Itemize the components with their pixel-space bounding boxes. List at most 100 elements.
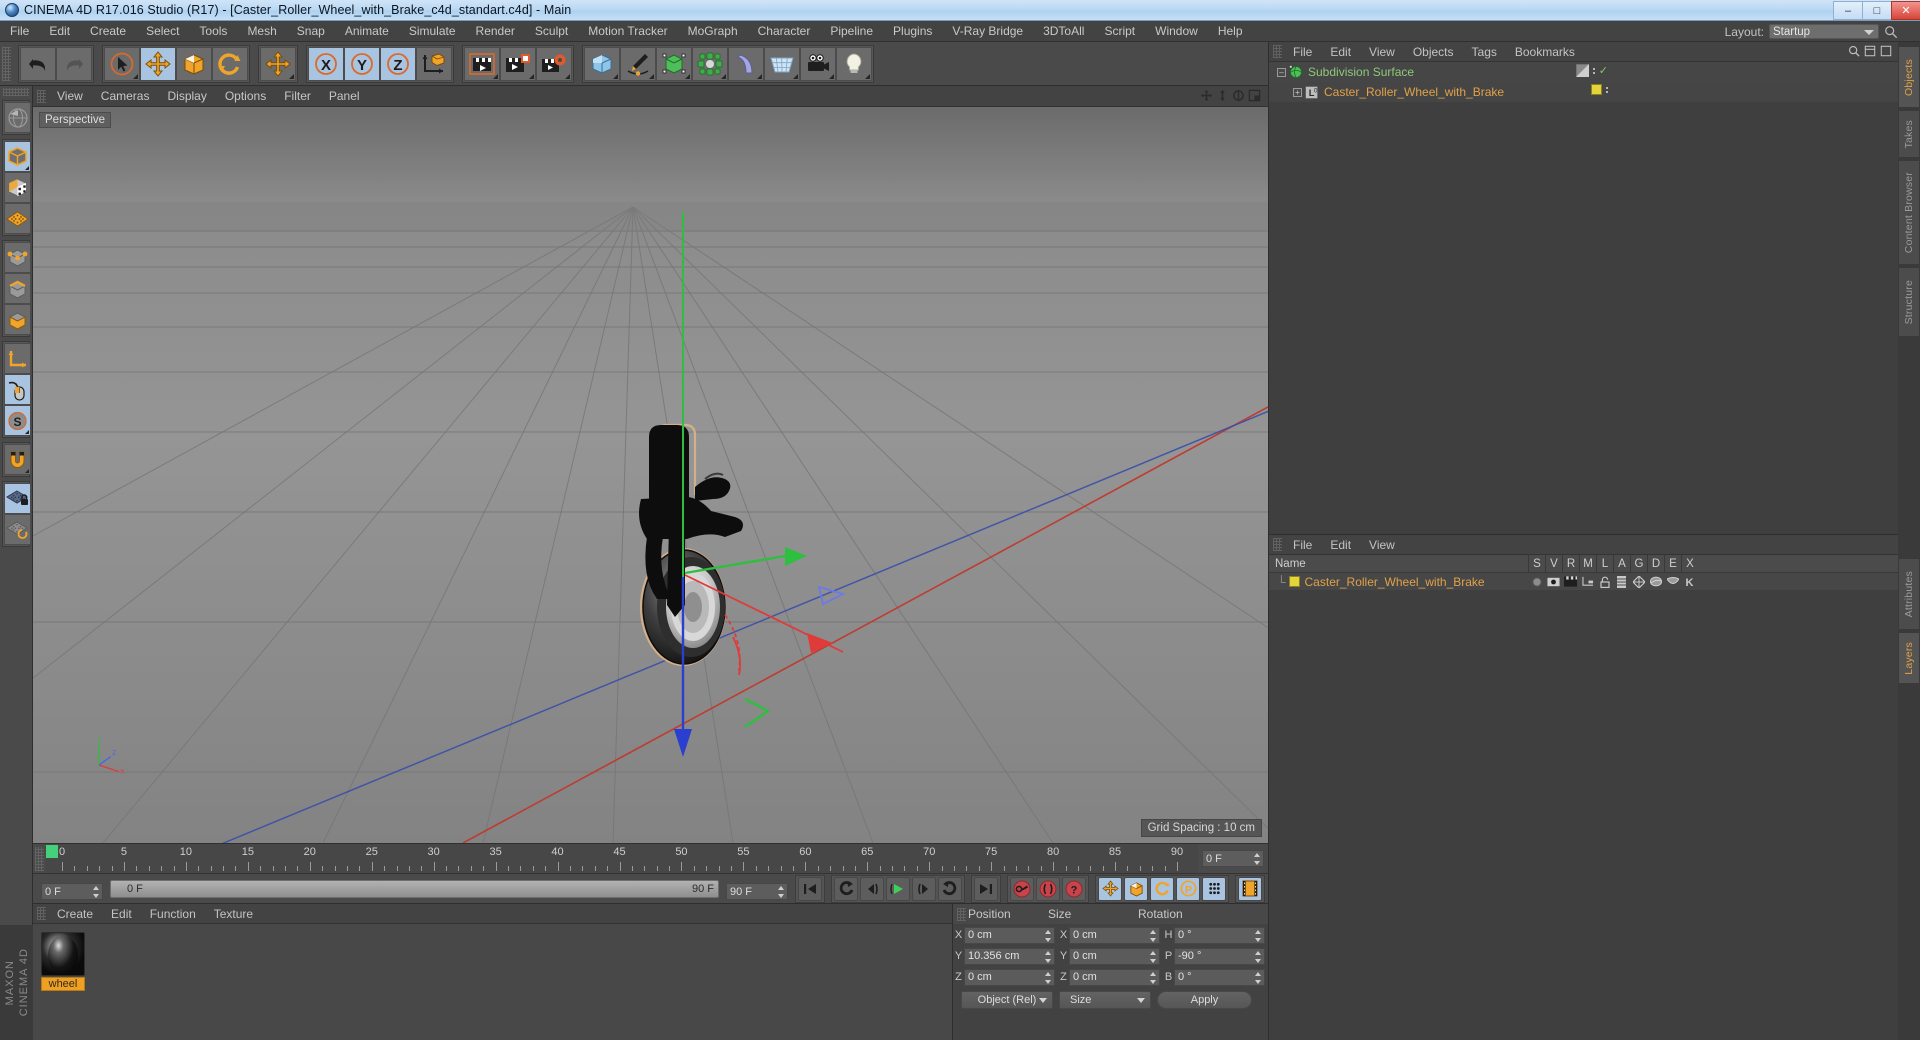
menu-item-sculpt[interactable]: Sculpt xyxy=(525,21,578,42)
material-manager-body[interactable]: wheel xyxy=(33,924,952,1040)
layer-menu-edit[interactable]: Edit xyxy=(1321,535,1360,555)
world-object-coordinate-button[interactable] xyxy=(416,46,452,81)
add-deformer-button[interactable] xyxy=(728,46,764,81)
material-menu-texture[interactable]: Texture xyxy=(205,904,262,924)
lock-x-axis-button[interactable]: X xyxy=(308,46,344,81)
position-key-button[interactable] xyxy=(1098,876,1122,901)
object-menu-objects[interactable]: Objects xyxy=(1404,42,1463,62)
size-mode-dropdown[interactable]: Size xyxy=(1059,991,1151,1009)
menu-item-tools[interactable]: Tools xyxy=(189,21,237,42)
object-menu-edit[interactable]: Edit xyxy=(1321,42,1360,62)
menu-item-motion-tracker[interactable]: Motion Tracker xyxy=(578,21,677,42)
menu-item-help[interactable]: Help xyxy=(1208,21,1253,42)
object-manager-grip[interactable] xyxy=(1273,45,1282,58)
coordinates-grip[interactable] xyxy=(957,907,966,921)
go-to-previous-key-button[interactable] xyxy=(834,876,858,901)
collapse-panel-icon[interactable] xyxy=(1864,45,1876,57)
spinner-arrows-icon[interactable] xyxy=(1045,929,1052,942)
undo-view-icon[interactable] xyxy=(4,102,31,133)
go-to-end-button[interactable] xyxy=(974,876,998,901)
end-frame-field[interactable]: 90 F xyxy=(726,883,788,900)
scale-snap-button[interactable]: S xyxy=(4,405,31,436)
move-tool-button[interactable] xyxy=(140,46,176,81)
menu-item-simulate[interactable]: Simulate xyxy=(399,21,466,42)
rotation-h-input[interactable]: 0 ° xyxy=(1174,926,1265,944)
menu-item-render[interactable]: Render xyxy=(466,21,525,42)
search-icon[interactable] xyxy=(1848,45,1860,57)
column-header-e[interactable]: E xyxy=(1664,554,1681,573)
column-header-m[interactable]: M xyxy=(1579,554,1596,573)
timeline-scrubber[interactable]: 0 F 90 F xyxy=(110,879,719,898)
menu-item-file[interactable]: File xyxy=(0,21,39,42)
spinner-arrows-icon[interactable] xyxy=(1255,950,1262,963)
rotate-view-icon[interactable] xyxy=(1232,89,1245,102)
undo-button[interactable] xyxy=(20,46,56,81)
step-back-button[interactable] xyxy=(860,876,884,901)
material-manager-grip[interactable] xyxy=(37,907,46,920)
column-header-x[interactable]: X xyxy=(1681,554,1698,573)
phong-tag-icon[interactable]: ✓ xyxy=(1599,64,1608,77)
spinner-arrows-icon[interactable] xyxy=(1254,853,1261,865)
layer-xpresso-cell[interactable]: K xyxy=(1681,573,1698,590)
menu-item-create[interactable]: Create xyxy=(80,21,136,42)
record-keyframe-button[interactable] xyxy=(1010,876,1034,901)
object-menu-tags[interactable]: Tags xyxy=(1463,42,1506,62)
spinner-arrows-icon[interactable] xyxy=(1150,950,1157,963)
pan-view-icon[interactable] xyxy=(1200,89,1213,102)
loop-playback-button[interactable] xyxy=(938,876,962,901)
layer-solo-cell[interactable] xyxy=(1528,573,1545,590)
layer-visible-cell[interactable] xyxy=(1545,573,1562,590)
add-generator-button[interactable] xyxy=(656,46,692,81)
maximize-button[interactable]: □ xyxy=(1862,1,1891,20)
position-x-input[interactable]: 0 cm xyxy=(964,926,1055,944)
add-cube-button[interactable] xyxy=(584,46,620,81)
object-menu-file[interactable]: File xyxy=(1284,42,1321,62)
material-preview-thumbnail[interactable] xyxy=(41,932,85,976)
search-icon[interactable] xyxy=(1884,25,1898,39)
menu-item-script[interactable]: Script xyxy=(1094,21,1145,42)
column-header-l[interactable]: L xyxy=(1596,554,1613,573)
object-mode-button[interactable] xyxy=(4,141,31,172)
rotation-p-input[interactable]: -90 ° xyxy=(1174,947,1265,965)
left-toolbar-grip[interactable] xyxy=(3,88,29,96)
layer-render-cell[interactable] xyxy=(1562,573,1579,590)
viewport-menu-filter[interactable]: Filter xyxy=(275,86,320,107)
close-button[interactable]: ✕ xyxy=(1891,1,1920,20)
texture-mode-button[interactable] xyxy=(4,172,31,203)
workplane-mode-button[interactable] xyxy=(4,203,31,234)
menu-item-select[interactable]: Select xyxy=(136,21,189,42)
maximize-panel-icon[interactable] xyxy=(1880,45,1892,57)
editor-render-dots-icon[interactable] xyxy=(1606,86,1608,93)
coordinate-mode-dropdown[interactable]: Object (Rel) xyxy=(961,991,1053,1009)
material-menu-create[interactable]: Create xyxy=(48,904,102,924)
material-item[interactable]: wheel xyxy=(41,932,85,991)
column-header-s[interactable]: S xyxy=(1528,554,1545,573)
size-y-input[interactable]: 0 cm xyxy=(1069,947,1160,965)
autokeying-button[interactable] xyxy=(1036,876,1060,901)
menu-item-snap[interactable]: Snap xyxy=(287,21,335,42)
minimize-button[interactable]: – xyxy=(1833,1,1862,20)
layer-menu-view[interactable]: View xyxy=(1360,535,1404,555)
polygon-mode-button[interactable] xyxy=(4,304,31,335)
step-forward-button[interactable] xyxy=(912,876,936,901)
go-to-start-button[interactable] xyxy=(798,876,822,901)
object-row-subdivision-surface[interactable]: – Subdivision Surface ✓ xyxy=(1269,62,1898,82)
add-camera-button[interactable] xyxy=(800,46,836,81)
viewport-menu-options[interactable]: Options xyxy=(216,86,275,107)
spinner-arrows-icon[interactable] xyxy=(1150,929,1157,942)
size-z-input[interactable]: 0 cm xyxy=(1069,968,1160,986)
menu-item-mesh[interactable]: Mesh xyxy=(237,21,286,42)
column-header-d[interactable]: D xyxy=(1647,554,1664,573)
layer-menu-file[interactable]: File xyxy=(1284,535,1321,555)
layer-lock-cell[interactable] xyxy=(1596,573,1613,590)
point-level-animation-button[interactable] xyxy=(1202,876,1226,901)
apply-button[interactable]: Apply xyxy=(1157,991,1252,1009)
add-scene-object-button[interactable] xyxy=(764,46,800,81)
column-header-a[interactable]: A xyxy=(1613,554,1630,573)
spinner-arrows-icon[interactable] xyxy=(1045,950,1052,963)
viewport-canvas[interactable]: Perspective Y X Z Grid Spacing: 10 cm xyxy=(33,107,1268,843)
enable-axis-button[interactable] xyxy=(4,343,31,374)
object-row-caster-wheel[interactable]: + L 0 Caster_Roller_Wheel_with_Brake xyxy=(1269,82,1898,102)
lock-y-axis-button[interactable]: Y xyxy=(344,46,380,81)
menu-item-vray-bridge[interactable]: V-Ray Bridge xyxy=(942,21,1033,42)
